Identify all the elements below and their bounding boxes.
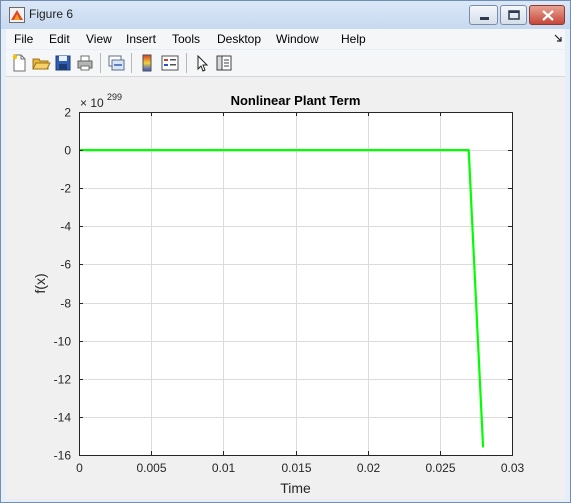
maximize-icon: [508, 10, 520, 20]
edit-plot-icon[interactable]: [192, 53, 212, 73]
y-tick-label: -12: [54, 373, 72, 387]
y-tick-label: -4: [60, 220, 71, 234]
dock-arrow-icon[interactable]: [554, 34, 562, 42]
print-icon[interactable]: [75, 53, 95, 73]
x-tick-label: 0: [76, 461, 83, 475]
y-tick-label: 2: [64, 106, 71, 120]
y-tick-label: -10: [54, 335, 72, 349]
toolbar: [6, 50, 565, 77]
property-inspector-icon[interactable]: [214, 53, 234, 73]
x-tick-label: 0.03: [501, 461, 525, 475]
axes-background[interactable]: [79, 112, 512, 455]
menu-insert[interactable]: Insert: [126, 32, 156, 46]
y-axis-label: f(x): [32, 273, 48, 293]
y-tick-label: -16: [54, 449, 72, 463]
y-tick-label: -6: [60, 258, 71, 272]
toolbar-separator: [100, 53, 101, 73]
colorbar-icon[interactable]: [137, 53, 157, 73]
y-exponent-multiplier: × 10: [80, 96, 104, 110]
legend-icon[interactable]: [160, 53, 180, 73]
x-tick-label: 0.015: [281, 461, 311, 475]
x-tick-label: 0.01: [212, 461, 236, 475]
toolbar-separator: [186, 53, 187, 73]
y-tick-label: -14: [54, 411, 72, 425]
window-title: Figure 6: [29, 7, 74, 21]
x-tick-label: 0.005: [136, 461, 166, 475]
matlab-figure-icon: [9, 7, 25, 23]
title-bar[interactable]: Figure 6: [1, 1, 570, 29]
menu-bar: File Edit View Insert Tools Desktop Wind…: [6, 29, 565, 49]
minimize-button[interactable]: [469, 5, 498, 25]
menu-view[interactable]: View: [86, 32, 112, 46]
menu-help[interactable]: Help: [341, 32, 366, 46]
close-button[interactable]: [529, 5, 565, 25]
new-figure-icon[interactable]: [9, 53, 29, 73]
save-icon[interactable]: [53, 53, 73, 73]
y-tick-label: -8: [60, 297, 71, 311]
menu-edit[interactable]: Edit: [49, 32, 70, 46]
menu-desktop[interactable]: Desktop: [217, 32, 261, 46]
x-tick-labels: 0 0.005 0.01 0.015 0.02 0.025 0.03: [76, 461, 524, 475]
minimize-icon: [480, 17, 489, 20]
y-tick-label: -2: [60, 182, 71, 196]
chart-title: Nonlinear Plant Term: [231, 93, 361, 108]
y-tick-label: 0: [64, 144, 71, 158]
menu-window[interactable]: Window: [276, 32, 319, 46]
link-plot-icon[interactable]: [106, 53, 126, 73]
menu-tools[interactable]: Tools: [172, 32, 200, 46]
figure-window: Figure 6 File Edit View Insert Tools Des…: [0, 0, 571, 503]
close-icon: [542, 10, 554, 21]
y-tick-labels: 2 0 -2 -4 -6 -8 -10 -12 -14 -16: [54, 106, 72, 463]
x-tick-label: 0.025: [425, 461, 455, 475]
figure-canvas: 0 0.005 0.01 0.015 0.02 0.025 0.03 2 0 -2 -4 -6 -8 -…: [6, 77, 565, 499]
x-tick-label: 0.02: [357, 461, 381, 475]
open-file-icon[interactable]: [31, 53, 51, 73]
plot-svg: 0 0.005 0.01 0.015 0.02 0.025 0.03 2 0 -2 -4 -6 -8 -…: [32, 92, 525, 496]
menu-file[interactable]: File: [14, 32, 33, 46]
x-axis-label: Time: [280, 480, 311, 496]
toolbar-separator: [131, 53, 132, 73]
maximize-button[interactable]: [500, 5, 527, 25]
y-exponent-power: 299: [107, 92, 122, 102]
